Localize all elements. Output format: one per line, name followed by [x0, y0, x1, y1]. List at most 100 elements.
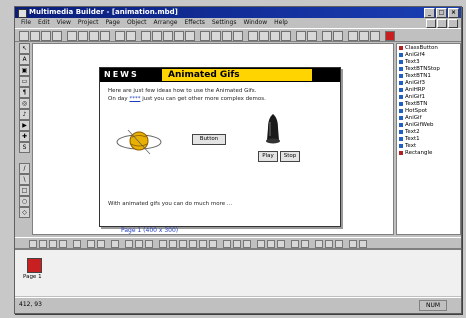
zoom-out-icon[interactable]: [333, 31, 343, 41]
close-button[interactable]: ×: [448, 8, 459, 18]
zoom-icon[interactable]: [322, 31, 332, 41]
object-list-item[interactable]: TextBTN1: [397, 72, 460, 79]
group-icon[interactable]: [270, 31, 280, 41]
run-icon[interactable]: [385, 31, 395, 41]
menu-edit[interactable]: Edit: [38, 18, 50, 28]
paragraph-tool-icon[interactable]: ¶: [19, 87, 30, 98]
new-icon[interactable]: [19, 31, 29, 41]
page-button[interactable]: Button: [192, 134, 226, 145]
undo-icon[interactable]: [100, 31, 110, 41]
menu-page[interactable]: Page: [105, 18, 120, 28]
sort-icon[interactable]: [145, 240, 153, 248]
polygon-tool-icon[interactable]: ◇: [19, 207, 30, 218]
copy-page-icon[interactable]: [39, 240, 47, 248]
next-page-icon[interactable]: [97, 240, 105, 248]
page-canvas[interactable]: NEWS Animated Gifs Here are just few ide…: [32, 43, 394, 235]
object-list-item[interactable]: Rectangle: [397, 149, 460, 156]
effect-icon[interactable]: [307, 31, 317, 41]
effect14-icon[interactable]: [301, 240, 309, 248]
menu-settings[interactable]: Settings: [212, 18, 237, 28]
object-list-item[interactable]: AniHRP: [397, 86, 460, 93]
menu-file[interactable]: File: [21, 18, 31, 28]
arrow-left-icon[interactable]: [200, 31, 210, 41]
effect18-icon[interactable]: [349, 240, 357, 248]
align-center-icon[interactable]: [174, 31, 184, 41]
menu-effects[interactable]: Effects: [184, 18, 204, 28]
button-tool-icon[interactable]: ▭: [19, 76, 30, 87]
doc-restore-button[interactable]: [437, 19, 447, 28]
intro-link[interactable]: ****: [129, 96, 140, 102]
object-list-item[interactable]: AniGif4: [397, 51, 460, 58]
pen-tool-icon[interactable]: /: [19, 163, 30, 174]
effect4-icon[interactable]: [189, 240, 197, 248]
object-list-item[interactable]: AniGif: [397, 114, 460, 121]
new-page-icon[interactable]: [29, 240, 37, 248]
master-page-icon[interactable]: [111, 240, 119, 248]
page-preview[interactable]: NEWS Animated Gifs Here are just few ide…: [99, 67, 341, 227]
cut-icon[interactable]: [67, 31, 77, 41]
stop-button[interactable]: Stop: [280, 151, 300, 162]
effect5-icon[interactable]: [199, 240, 207, 248]
object-list-item[interactable]: AniGif1: [397, 93, 460, 100]
menu-object[interactable]: Object: [127, 18, 147, 28]
object-list-item[interactable]: AniGif3: [397, 79, 460, 86]
copy-icon[interactable]: [78, 31, 88, 41]
page-thumbnail[interactable]: [27, 258, 42, 273]
effect3-icon[interactable]: [179, 240, 187, 248]
paste-icon[interactable]: [89, 31, 99, 41]
effect11-icon[interactable]: [267, 240, 275, 248]
preview-icon[interactable]: [359, 31, 369, 41]
list-view-icon[interactable]: [125, 240, 133, 248]
effect16-icon[interactable]: [325, 240, 333, 248]
page-properties-icon[interactable]: [49, 240, 57, 248]
effect13-icon[interactable]: [291, 240, 299, 248]
effect7-icon[interactable]: [223, 240, 231, 248]
text-tool-icon[interactable]: [115, 31, 125, 41]
line-tool-icon[interactable]: \: [19, 174, 30, 185]
video-tool-icon[interactable]: ▶: [19, 120, 30, 131]
rectangle-tool-icon[interactable]: □: [19, 185, 30, 196]
page-icon[interactable]: [296, 31, 306, 41]
prev-page-icon[interactable]: [87, 240, 95, 248]
menu-help[interactable]: Help: [274, 18, 288, 28]
arrow-up-icon[interactable]: [222, 31, 232, 41]
thumbnail-view-icon[interactable]: [135, 240, 143, 248]
menu-arrange[interactable]: Arrange: [154, 18, 178, 28]
text-tool-icon[interactable]: A: [19, 54, 30, 65]
compile-icon[interactable]: [348, 31, 358, 41]
script-tool-icon[interactable]: S: [19, 142, 30, 153]
select-tool-icon[interactable]: ↖: [19, 43, 30, 54]
object-list-item[interactable]: Text3: [397, 58, 460, 65]
object-list-item[interactable]: TextBTN: [397, 100, 460, 107]
help-icon[interactable]: [370, 31, 380, 41]
menu-project[interactable]: Project: [78, 18, 99, 28]
object-list-item[interactable]: TextBTNStop: [397, 65, 460, 72]
effect8-icon[interactable]: [233, 240, 241, 248]
print-icon[interactable]: [52, 31, 62, 41]
object-list-item[interactable]: HotSpot: [397, 107, 460, 114]
ellipse-tool-icon[interactable]: ○: [19, 196, 30, 207]
maximize-button[interactable]: □: [436, 8, 447, 18]
menu-window[interactable]: Window: [243, 18, 267, 28]
sound-tool-icon[interactable]: ♪: [19, 109, 30, 120]
effect2-icon[interactable]: [169, 240, 177, 248]
effect12-icon[interactable]: [277, 240, 285, 248]
effect19-icon[interactable]: [359, 240, 367, 248]
send-back-icon[interactable]: [259, 31, 269, 41]
minimize-button[interactable]: _: [424, 8, 435, 18]
animation-tool-icon[interactable]: ◎: [19, 98, 30, 109]
effect17-icon[interactable]: [335, 240, 343, 248]
menu-view[interactable]: View: [57, 18, 71, 28]
ungroup-icon[interactable]: [281, 31, 291, 41]
effect9-icon[interactable]: [243, 240, 251, 248]
save-icon[interactable]: [41, 31, 51, 41]
page-script-icon[interactable]: [59, 240, 67, 248]
open-icon[interactable]: [30, 31, 40, 41]
effect15-icon[interactable]: [315, 240, 323, 248]
bold-icon[interactable]: [126, 31, 136, 41]
object-list-item[interactable]: AniGifWeb: [397, 121, 460, 128]
align-left-icon[interactable]: [163, 31, 173, 41]
hotspot-tool-icon[interactable]: ✚: [19, 131, 30, 142]
image-tool-icon[interactable]: ▣: [19, 65, 30, 76]
object-list-item[interactable]: ClassButton: [397, 44, 460, 51]
